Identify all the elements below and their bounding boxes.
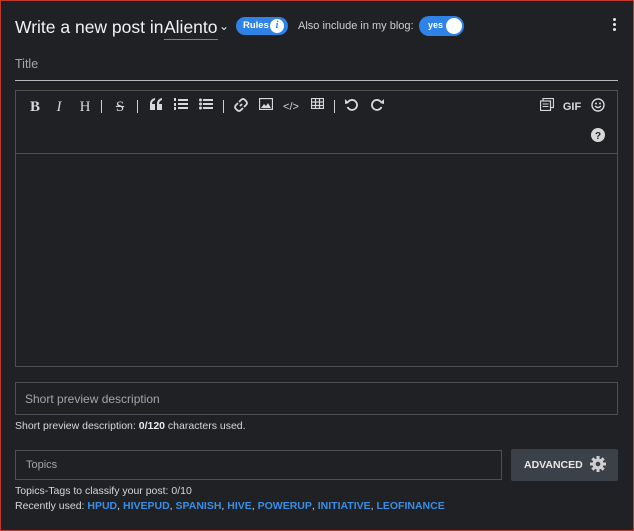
toolbar-divider [137,100,138,113]
description-count: 0/120 [138,420,166,432]
link-icon[interactable] [232,98,250,116]
advanced-button[interactable]: ADVANCED [511,449,618,481]
bullet-list-icon[interactable] [197,98,215,116]
description-placeholder: Short preview description [25,392,160,406]
quote-icon[interactable] [147,98,165,116]
recent-tag-link[interactable]: HIVEPUD [123,500,170,512]
bold-button[interactable]: B [26,98,44,116]
also-include-label: Also include in my blog: [298,20,414,32]
gif-button[interactable]: GIF [561,98,583,116]
recent-tags: Recently used: HPUD, HIVEPUD, SPANISH, H… [15,500,445,512]
description-input[interactable]: Short preview description [15,382,618,415]
heading-button[interactable]: H [76,98,94,116]
recent-label: Recently used: [15,500,88,512]
recent-tag-link[interactable]: LEOFINANCE [376,500,444,512]
toolbar-divider [101,100,102,113]
title-placeholder: Title [15,57,39,71]
recent-tag-link[interactable]: SPANISH [176,500,222,512]
editor-header: Write a new post in Aliento ⌄ Rules i Al… [15,15,619,41]
editor-textarea[interactable] [16,154,617,366]
italic-button[interactable]: I [51,98,67,116]
recent-tag-link[interactable]: HPUD [87,500,117,512]
advanced-label: ADVANCED [524,459,583,471]
rules-label: Rules [243,20,269,31]
editor-toolbar: B I H S </> GIF ? [16,91,617,154]
description-help: Short preview description: 0/120 charact… [15,420,246,432]
chevron-down-icon[interactable]: ⌄ [219,19,229,33]
page-title: Write a new post in [15,17,164,37]
topics-help: Topics-Tags to classify your post: 0/10 [15,485,192,497]
toolbar-divider [223,100,224,113]
recent-tag-link[interactable]: HIVE [227,500,252,512]
strikethrough-button[interactable]: S [111,98,129,116]
image-icon[interactable] [257,98,275,116]
snippets-icon[interactable] [538,98,556,116]
more-options-icon[interactable] [613,18,617,33]
title-input[interactable]: Title [15,53,618,81]
community-selector[interactable]: Aliento [164,17,218,40]
blog-toggle[interactable]: yes [419,16,464,36]
emoji-icon[interactable] [589,98,607,116]
toggle-knob [446,18,462,34]
ordered-list-icon[interactable] [172,98,190,116]
code-icon[interactable]: </> [282,98,300,116]
svg-text:?: ? [595,131,601,142]
gear-icon [590,456,606,475]
recent-tag-link[interactable]: INITIATIVE [318,500,371,512]
help-icon[interactable]: ? [589,128,607,146]
toolbar-divider [334,100,335,113]
redo-icon[interactable] [368,98,386,116]
rules-button[interactable]: Rules i [236,17,288,35]
topics-input[interactable]: Topics [15,450,502,480]
post-editor[interactable]: B I H S </> GIF ? [15,90,618,367]
undo-icon[interactable] [342,98,360,116]
table-icon[interactable] [308,98,326,116]
info-icon: i [270,19,284,33]
topics-placeholder: Topics [26,459,58,471]
recent-tag-link[interactable]: POWERUP [258,500,312,512]
toggle-label: yes [428,20,444,30]
